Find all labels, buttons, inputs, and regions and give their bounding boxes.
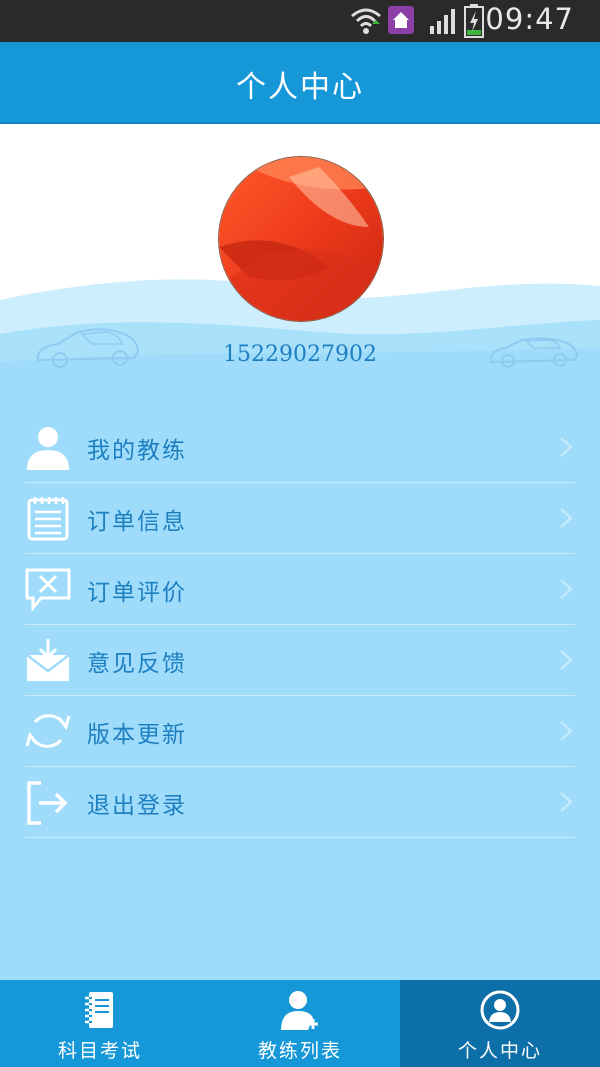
chevron-right-icon [560,579,573,599]
avatar-image [219,157,383,321]
status-bar: 09:47 [0,0,600,42]
chevron-right-icon [560,508,573,528]
tab-coach-list[interactable]: 教练列表 [200,980,400,1067]
tab-label: 个人中心 [457,1040,542,1062]
user-circle-icon [480,990,520,1030]
menu-item-label: 订单信息 [87,509,187,535]
menu-item-order-review[interactable]: 订单评价 [25,554,575,625]
profile-header: 15229027902 [0,124,600,390]
menu-item-label: 版本更新 [87,722,187,748]
refresh-icon [25,714,71,748]
page-title: 个人中心 [236,70,364,105]
home-app-icon [388,6,414,34]
menu-item-logout[interactable]: 退出登录 [25,767,575,838]
mail-download-icon [26,639,70,681]
menu-item-order-info[interactable]: 订单信息 [25,483,575,554]
notepad-icon [27,497,69,541]
avatar[interactable] [218,156,384,322]
chevron-right-icon [560,792,573,812]
phone-number: 15229027902 [223,342,377,367]
menu-item-label: 意见反馈 [87,651,187,677]
tab-label: 教练列表 [257,1040,342,1062]
menu-list: 我的教练 订单信息 订单评价 意见反馈 版本更新 退出登录 [0,412,600,838]
notebook-icon [85,992,113,1028]
tab-subject-exam[interactable]: 科目考试 [0,980,200,1067]
menu-item-version-update[interactable]: 版本更新 [25,696,575,767]
clock: 09:47 [485,2,574,36]
person-icon [27,427,69,470]
battery-icon [464,4,484,38]
tab-personal-center[interactable]: 个人中心 [400,980,600,1067]
chevron-right-icon [560,721,573,741]
menu-item-label: 我的教练 [87,438,187,464]
tab-label: 科目考试 [57,1040,142,1062]
chat-x-icon [25,568,71,612]
coach-add-icon [281,991,318,1030]
chevron-right-icon [560,650,573,670]
bottom-tab-bar: 科目考试 教练列表 个人中心 [0,980,600,1067]
menu-item-label: 退出登录 [87,793,187,819]
wifi-icon [351,8,381,34]
chevron-right-icon [560,437,573,457]
logout-icon [27,781,68,825]
menu-item-my-coach[interactable]: 我的教练 [25,412,575,483]
title-bar: 个人中心 [0,42,600,124]
menu-item-label: 订单评价 [87,580,187,606]
menu-item-feedback[interactable]: 意见反馈 [25,625,575,696]
signal-icon [430,9,455,34]
